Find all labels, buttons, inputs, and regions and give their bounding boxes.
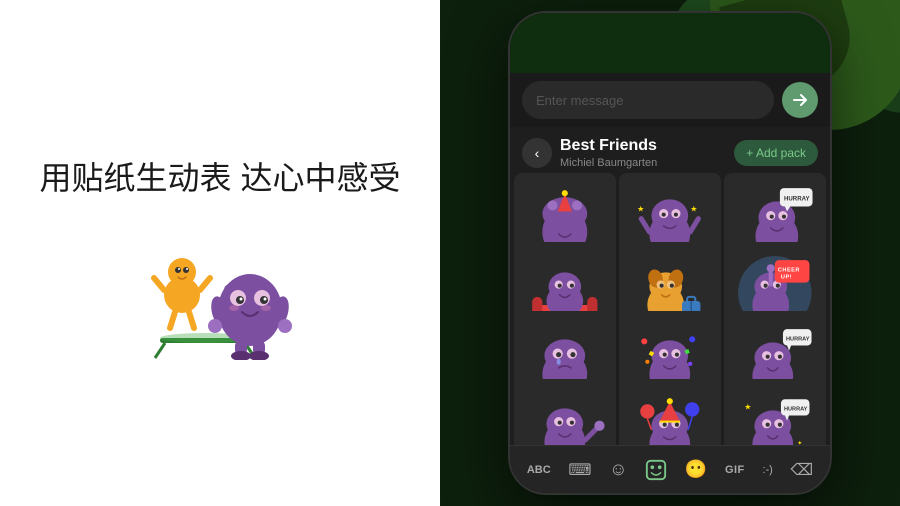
toolbar-emoji[interactable]: ☺ [603,455,633,484]
sticker-recent-icon: ⌨ [568,460,591,480]
toolbar-emoji-face[interactable]: 😶 [679,455,713,484]
sticker-cell[interactable]: HURRAY ★ ✦ [724,379,826,445]
phone-top-area [510,13,830,73]
svg-text:★: ★ [637,205,644,214]
chinese-headline: 用贴纸生动表 达心中感受 [40,156,401,201]
toolbar-emoticon[interactable]: :-) [756,460,778,480]
phone-frame: Enter message ‹ [510,13,830,493]
backspace-icon: ⌫ [791,460,814,480]
message-placeholder: Enter message [536,93,623,108]
svg-text:CHEER: CHEER [778,267,800,273]
send-button[interactable] [782,82,818,118]
toolbar-sticker-recent[interactable]: ⌨ [562,456,597,484]
sticker-illustration [130,230,310,350]
sticker-panel: ‹ Best Friends Michiel Baumgarten + Add … [510,127,830,445]
svg-text:★: ★ [690,205,697,214]
message-input-area: Enter message [510,73,830,127]
svg-text:✦: ✦ [797,441,802,445]
pack-author: Michiel Baumgarten [560,157,734,169]
toolbar-stickers-active[interactable] [639,455,673,485]
toolbar-backspace[interactable]: ⌫ [785,456,820,484]
sticker-cell[interactable] [619,379,721,445]
emoji-face-icon: 😶 [685,459,707,480]
back-arrow-icon: ‹ [535,145,540,161]
pack-title: Best Friends [560,137,734,155]
message-input-row: Enter message [522,81,818,119]
gif-label: GIF [725,464,745,476]
svg-text:HURRAY: HURRAY [784,407,808,413]
sticker-cell[interactable] [514,379,616,445]
keyboard-toolbar: ABC ⌨ ☺ 😶 [510,445,830,493]
left-panel: 用贴纸生动表 达心中感受 [0,0,440,506]
back-button[interactable]: ‹ [522,138,552,168]
add-pack-label: + Add pack [746,146,806,160]
add-pack-button[interactable]: + Add pack [734,140,818,166]
svg-text:HURRAY: HURRAY [784,196,810,203]
toolbar-keyboard[interactable]: ABC [521,460,557,480]
svg-text:★: ★ [744,403,751,412]
sticker-header: ‹ Best Friends Michiel Baumgarten + Add … [510,127,830,173]
svg-text:HURRAY: HURRAY [786,336,810,342]
toolbar-gif[interactable]: GIF [719,460,751,480]
phone-screen: Enter message ‹ [510,13,830,493]
emoticon-label: :-) [762,464,772,476]
message-input-container: Enter message [522,81,774,119]
stickers-icon [645,459,667,481]
pack-info: Best Friends Michiel Baumgarten [560,137,734,169]
sticker-grid: ★ ★ [510,173,830,445]
svg-text:UP!: UP! [781,274,792,280]
right-panel: Enter message ‹ [440,0,900,506]
keyboard-label: ABC [527,464,551,476]
emoji-icon: ☺ [609,459,627,480]
